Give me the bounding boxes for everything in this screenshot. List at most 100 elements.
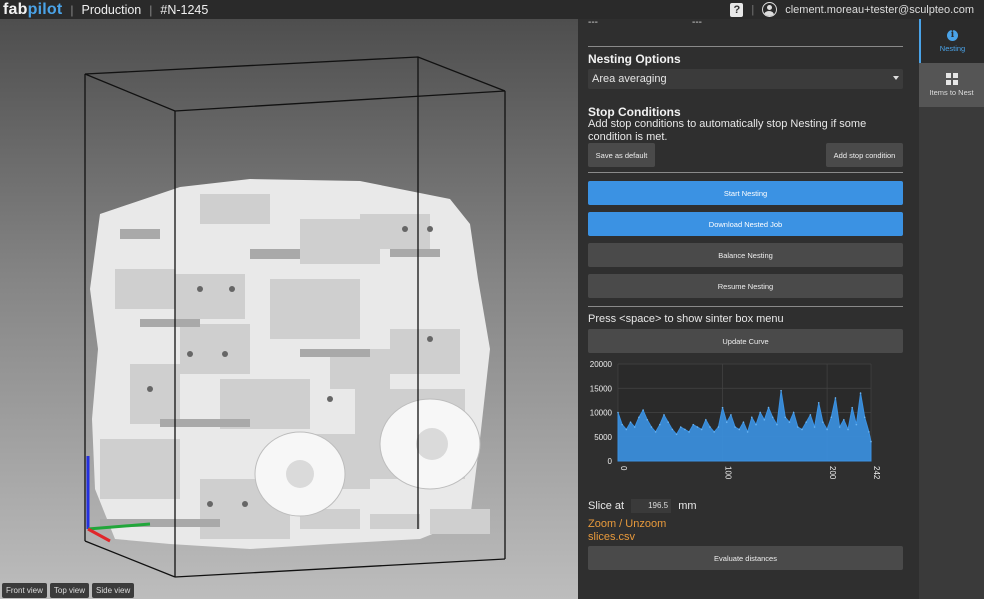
- user-area: ? | clement.moreau+tester@sculpteo.com: [730, 0, 974, 19]
- chart-data-point: [692, 423, 695, 426]
- chart-data-point: [776, 423, 778, 426]
- breadcrumb-section[interactable]: Production: [82, 3, 142, 17]
- chart-data-point: [638, 416, 640, 419]
- save-as-default-button[interactable]: Save as default: [588, 143, 655, 167]
- user-email[interactable]: clement.moreau+tester@sculpteo.com: [785, 4, 974, 16]
- chart-data-point: [792, 411, 795, 414]
- chart-data-point: [629, 421, 632, 423]
- chart-data-point: [843, 418, 845, 421]
- y-tick-label: 20000: [590, 360, 613, 369]
- slice-input[interactable]: 196.5: [631, 499, 672, 513]
- chart-data-point: [717, 426, 720, 428]
- chart-data-point: [834, 397, 837, 399]
- stop-conditions-heading: Stop Conditions: [588, 105, 681, 119]
- x-tick-label: 0: [619, 466, 628, 471]
- chart-data-point: [675, 433, 678, 436]
- top-view-button[interactable]: Top view: [49, 583, 90, 598]
- chart-data-point: [625, 428, 628, 431]
- front-view-button[interactable]: Front view: [2, 583, 47, 598]
- chart-data-point: [679, 426, 682, 428]
- chevron-down-icon: [893, 76, 899, 80]
- zoom-unzoom-link[interactable]: Zoom / Unzoom: [588, 518, 903, 530]
- chart-data-point: [746, 431, 749, 433]
- x-tick-label: 200: [828, 466, 837, 480]
- tab-items-to-nest[interactable]: Items to Nest: [919, 63, 984, 107]
- chart-data-point: [788, 421, 791, 423]
- chart-data-point: [870, 440, 872, 443]
- chart-data-point: [730, 414, 732, 416]
- chart-data-point: [763, 418, 766, 421]
- add-stop-condition-button[interactable]: Add stop condition: [826, 143, 903, 167]
- y-tick-label: 5000: [594, 433, 612, 442]
- slice-unit: mm: [678, 499, 697, 512]
- chart-data-point: [696, 426, 699, 428]
- chart-data-point: [654, 431, 657, 433]
- chart-data-point: [855, 423, 858, 426]
- avatar[interactable]: [762, 2, 778, 17]
- chart-data-point: [709, 426, 711, 428]
- chart-data-point: [859, 392, 862, 394]
- download-nested-job-button[interactable]: Download Nested Job: [588, 212, 903, 236]
- chart-data-point: [621, 423, 623, 426]
- evaluate-distances-button[interactable]: Evaluate distances: [588, 546, 903, 570]
- chart-data-point: [667, 421, 669, 423]
- chart-data-point: [771, 416, 774, 419]
- update-curve-button[interactable]: Update Curve: [588, 329, 903, 353]
- slice-area-chart[interactable]: 0 5000 10000 15000 20000 0 100 200 242: [578, 356, 919, 488]
- side-view-button[interactable]: Side view: [92, 583, 135, 598]
- view-buttons: Front view Top view Side view: [2, 583, 135, 598]
- chart-data-point: [646, 418, 649, 421]
- chart-data-point: [721, 406, 724, 409]
- chart-data-point: [713, 431, 715, 433]
- y-tick-label: 15000: [590, 384, 613, 393]
- chart-data-point: [738, 428, 741, 431]
- chart-data-point: [851, 406, 853, 409]
- chart-data-point: [838, 426, 841, 428]
- slice-row: Slice at 196.5 mm: [588, 499, 903, 513]
- chart-data-point: [705, 418, 707, 421]
- slices-csv-link[interactable]: slices.csv: [588, 531, 903, 543]
- chart-data-point: [767, 406, 770, 409]
- chart-data-point: [813, 426, 816, 428]
- chart-data-point: [650, 426, 653, 428]
- nesting-panel: --- --- Nesting Options Area averaging S…: [578, 17, 919, 599]
- chart-data-point: [633, 426, 636, 428]
- balance-nesting-button[interactable]: Balance Nesting: [588, 243, 903, 267]
- chart-data-point: [742, 421, 745, 423]
- nesting-scene: [84, 56, 506, 578]
- y-tick-label: 10000: [590, 409, 613, 418]
- breadcrumb-job-id: #N-1245: [160, 2, 209, 17]
- chart-data-point: [734, 426, 736, 428]
- chart-data-point: [863, 416, 866, 419]
- 3d-viewport[interactable]: Front view Top view Side view: [0, 19, 578, 599]
- chart-data-point: [868, 431, 870, 433]
- chart-data-point: [642, 409, 644, 411]
- chart-data-point: [826, 428, 828, 431]
- nesting-options-select[interactable]: Area averaging: [588, 69, 903, 89]
- stop-conditions-description: Add stop conditions to automatically sto…: [588, 118, 867, 143]
- start-nesting-button[interactable]: Start Nesting: [588, 181, 903, 205]
- chart-data-point: [725, 421, 728, 423]
- nested-parts: [90, 179, 490, 549]
- chart-data-point: [617, 411, 619, 414]
- chart-data-point: [759, 411, 761, 414]
- chart-data-point: [784, 416, 787, 419]
- slice-label: Slice at: [588, 499, 625, 512]
- chart-data-point: [780, 389, 782, 392]
- sinter-box-hint: Press <space> to show sinter box menu: [588, 313, 784, 325]
- info-icon: i: [947, 29, 958, 41]
- chart-data-point: [684, 428, 686, 431]
- resume-nesting-button[interactable]: Resume Nesting: [588, 274, 903, 298]
- chart-data-point: [801, 428, 803, 431]
- chart-data-point: [847, 428, 849, 431]
- chart-data-point: [659, 423, 661, 426]
- chart-data-point: [671, 428, 674, 431]
- chart-data-point: [805, 421, 807, 423]
- tab-nesting[interactable]: i Nesting: [919, 19, 984, 63]
- chart-data-point: [830, 416, 833, 419]
- chart-data-point: [817, 402, 820, 404]
- help-icon[interactable]: ?: [730, 2, 744, 17]
- chart-data-point: [751, 416, 753, 419]
- app-logo[interactable]: fabpilot: [0, 1, 62, 19]
- chart-data-point: [822, 421, 824, 423]
